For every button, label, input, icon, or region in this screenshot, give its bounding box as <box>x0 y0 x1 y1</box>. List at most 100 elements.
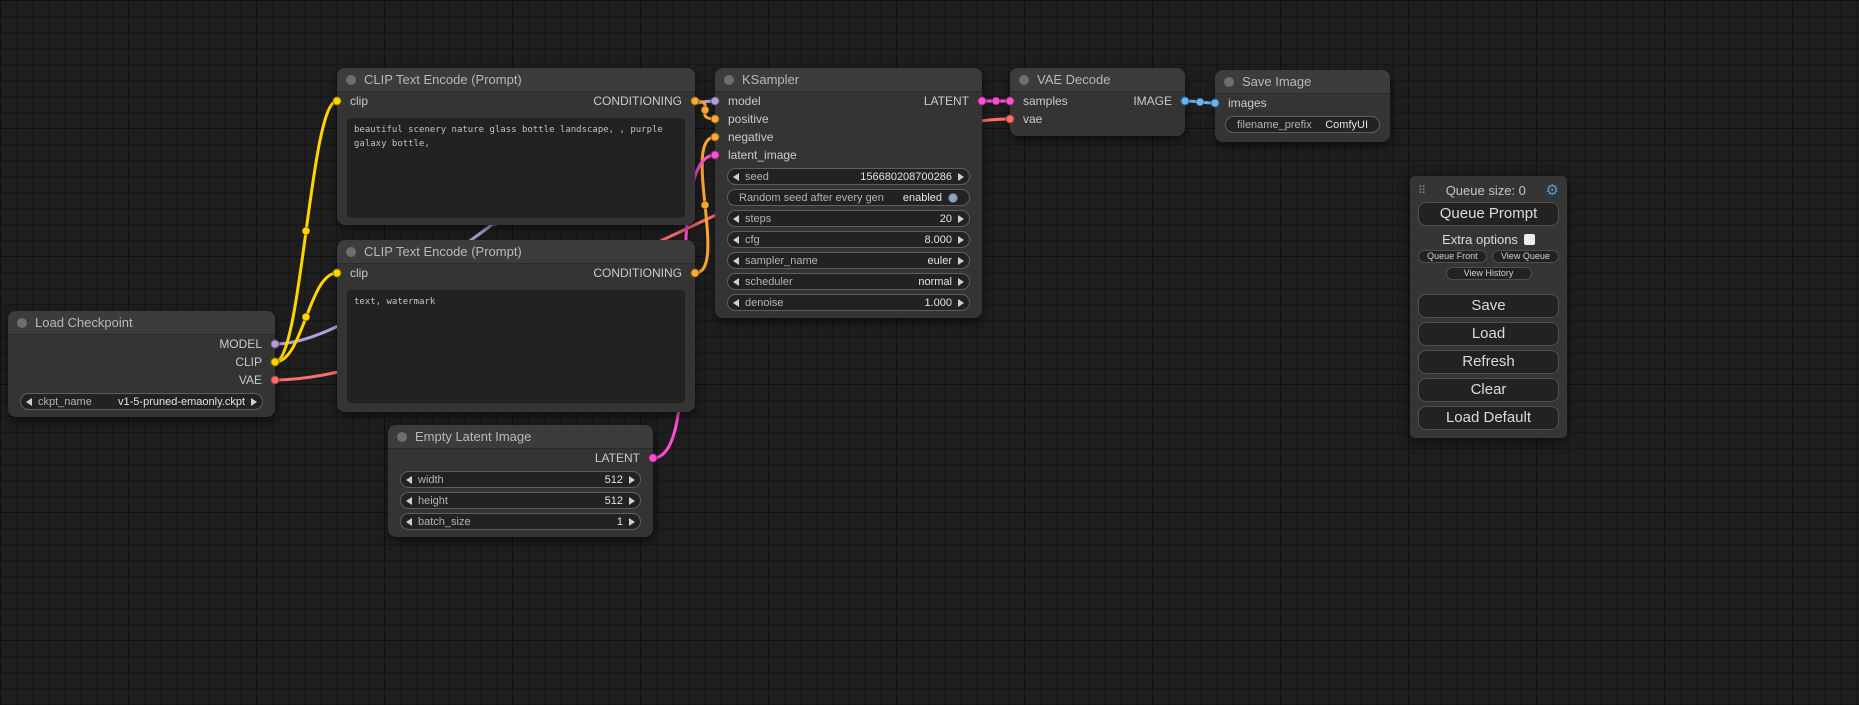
node-title-bar[interactable]: VAE Decode <box>1010 68 1185 92</box>
load-button[interactable]: Load <box>1418 322 1559 346</box>
extra-options-checkbox[interactable] <box>1524 234 1535 245</box>
filename-prefix-widget[interactable]: filename_prefix ComfyUI <box>1225 116 1380 133</box>
node-empty-latent-image[interactable]: Empty Latent Image LATENT width 512 heig… <box>388 425 653 537</box>
increment-arrow-icon[interactable] <box>958 299 964 307</box>
width-widget[interactable]: width 512 <box>400 471 641 488</box>
output-slot-clip[interactable] <box>271 358 280 367</box>
save-button[interactable]: Save <box>1418 294 1559 318</box>
decrement-arrow-icon[interactable] <box>733 257 739 265</box>
node-title-bar[interactable]: KSampler <box>715 68 982 92</box>
toggle-knob-icon[interactable] <box>948 193 958 203</box>
refresh-button[interactable]: Refresh <box>1418 350 1559 374</box>
input-slot-samples[interactable] <box>1006 97 1015 106</box>
collapse-dot-icon[interactable] <box>1224 77 1234 87</box>
queue-front-button[interactable]: Queue Front <box>1418 250 1487 263</box>
queue-panel-header: ⠿ Queue size: 0 ⚙ <box>1418 182 1559 198</box>
denoise-widget[interactable]: denoise 1.000 <box>727 294 970 311</box>
decrement-arrow-icon[interactable] <box>406 518 412 526</box>
steps-widget[interactable]: steps 20 <box>727 210 970 227</box>
increment-arrow-icon[interactable] <box>958 215 964 223</box>
node-title-bar[interactable]: Load Checkpoint <box>8 311 275 335</box>
output-label-conditioning: CONDITIONING <box>593 266 682 280</box>
load-default-button[interactable]: Load Default <box>1418 406 1559 430</box>
slot-row: images <box>1215 94 1390 112</box>
node-clip-text-encode-negative[interactable]: CLIP Text Encode (Prompt) clip CONDITION… <box>337 240 695 412</box>
collapse-dot-icon[interactable] <box>724 75 734 85</box>
seed-widget[interactable]: seed 156680208700286 <box>727 168 970 185</box>
node-title-bar[interactable]: Save Image <box>1215 70 1390 94</box>
node-save-image[interactable]: Save Image images filename_prefix ComfyU… <box>1215 70 1390 142</box>
output-slot-latent[interactable] <box>978 97 987 106</box>
increment-arrow-icon[interactable] <box>958 257 964 265</box>
ckpt-name-widget[interactable]: ckpt_name v1-5-pruned-emaonly.ckpt <box>20 393 263 410</box>
decrement-arrow-icon[interactable] <box>26 398 32 406</box>
input-slot-vae[interactable] <box>1006 115 1015 124</box>
widget-value: 156680208700286 <box>860 171 952 183</box>
input-slot-images[interactable] <box>1211 99 1220 108</box>
node-title: Load Checkpoint <box>35 315 133 330</box>
widget-label: seed <box>745 171 769 183</box>
collapse-dot-icon[interactable] <box>397 432 407 442</box>
input-slot-clip[interactable] <box>333 269 342 278</box>
input-slot-model[interactable] <box>711 97 720 106</box>
view-history-button[interactable]: View History <box>1446 267 1532 280</box>
output-slot-conditioning[interactable] <box>691 97 700 106</box>
view-queue-button[interactable]: View Queue <box>1492 250 1559 263</box>
node-title-bar[interactable]: Empty Latent Image <box>388 425 653 449</box>
settings-gear-icon[interactable]: ⚙ <box>1546 183 1559 198</box>
widget-value: enabled <box>903 192 942 204</box>
node-vae-decode[interactable]: VAE Decode samples IMAGE vae <box>1010 68 1185 136</box>
collapse-dot-icon[interactable] <box>346 75 356 85</box>
input-slot-latent-image[interactable] <box>711 151 720 160</box>
decrement-arrow-icon[interactable] <box>733 299 739 307</box>
drag-handle-icon[interactable]: ⠿ <box>1418 184 1426 197</box>
output-label-latent: LATENT <box>924 94 969 108</box>
node-title-bar[interactable]: CLIP Text Encode (Prompt) <box>337 68 695 92</box>
node-title-bar[interactable]: CLIP Text Encode (Prompt) <box>337 240 695 264</box>
increment-arrow-icon[interactable] <box>251 398 257 406</box>
decrement-arrow-icon[interactable] <box>733 278 739 286</box>
output-label-vae: VAE <box>239 373 262 387</box>
node-ksampler[interactable]: KSampler model LATENT positive negative … <box>715 68 982 318</box>
node-load-checkpoint[interactable]: Load Checkpoint MODEL CLIP VAE ckpt_name… <box>8 311 275 417</box>
increment-arrow-icon[interactable] <box>629 518 635 526</box>
decrement-arrow-icon[interactable] <box>733 173 739 181</box>
input-slot-clip[interactable] <box>333 97 342 106</box>
batch-size-widget[interactable]: batch_size 1 <box>400 513 641 530</box>
extra-options-label: Extra options <box>1442 232 1518 247</box>
output-slot-latent[interactable] <box>649 454 658 463</box>
queue-prompt-button[interactable]: Queue Prompt <box>1418 202 1559 226</box>
widget-value: 20 <box>940 213 952 225</box>
collapse-dot-icon[interactable] <box>346 247 356 257</box>
increment-arrow-icon[interactable] <box>629 497 635 505</box>
cfg-widget[interactable]: cfg 8.000 <box>727 231 970 248</box>
output-slot-model[interactable] <box>271 340 280 349</box>
increment-arrow-icon[interactable] <box>958 173 964 181</box>
output-slot-conditioning[interactable] <box>691 269 700 278</box>
widget-label: scheduler <box>745 276 793 288</box>
output-slot-image[interactable] <box>1181 97 1190 106</box>
collapse-dot-icon[interactable] <box>1019 75 1029 85</box>
input-slot-negative[interactable] <box>711 133 720 142</box>
output-slot-vae[interactable] <box>271 376 280 385</box>
decrement-arrow-icon[interactable] <box>733 236 739 244</box>
widget-label: width <box>418 474 444 486</box>
output-label-conditioning: CONDITIONING <box>593 94 682 108</box>
node-clip-text-encode-positive[interactable]: CLIP Text Encode (Prompt) clip CONDITION… <box>337 68 695 225</box>
scheduler-widget[interactable]: scheduler normal <box>727 273 970 290</box>
decrement-arrow-icon[interactable] <box>406 476 412 484</box>
increment-arrow-icon[interactable] <box>958 236 964 244</box>
decrement-arrow-icon[interactable] <box>406 497 412 505</box>
prompt-textarea[interactable]: text, watermark <box>347 290 685 403</box>
increment-arrow-icon[interactable] <box>958 278 964 286</box>
slot-row: clip CONDITIONING <box>337 92 695 110</box>
sampler-name-widget[interactable]: sampler_name euler <box>727 252 970 269</box>
input-slot-positive[interactable] <box>711 115 720 124</box>
prompt-textarea[interactable]: beautiful scenery nature glass bottle la… <box>347 118 685 218</box>
decrement-arrow-icon[interactable] <box>733 215 739 223</box>
increment-arrow-icon[interactable] <box>629 476 635 484</box>
random-seed-toggle-widget[interactable]: Random seed after every gen enabled <box>727 189 970 206</box>
height-widget[interactable]: height 512 <box>400 492 641 509</box>
collapse-dot-icon[interactable] <box>17 318 27 328</box>
clear-button[interactable]: Clear <box>1418 378 1559 402</box>
